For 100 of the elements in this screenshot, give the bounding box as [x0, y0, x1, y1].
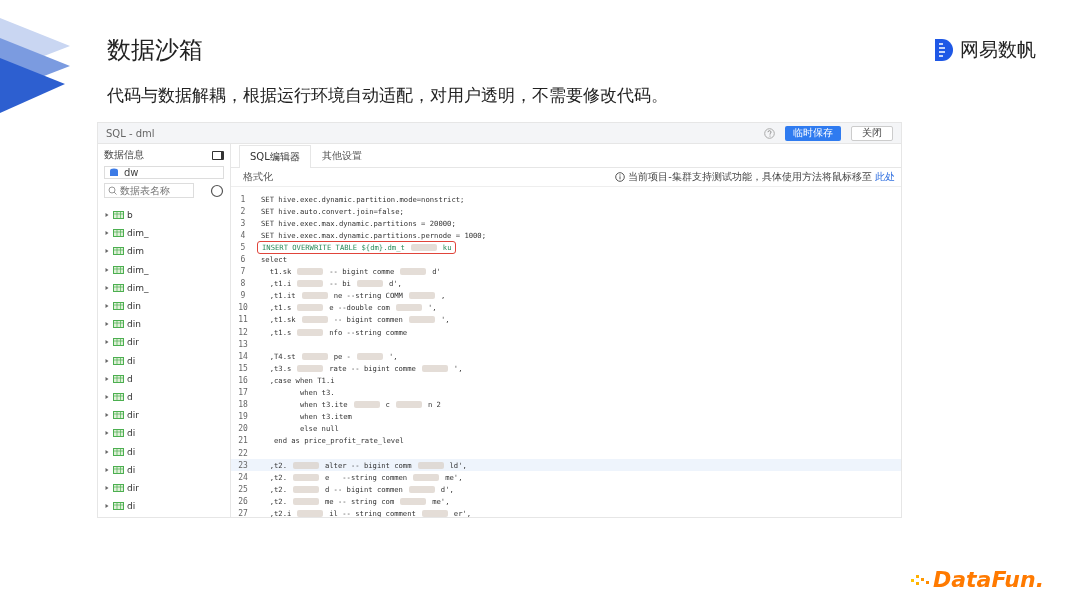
line-number: 22 — [237, 448, 249, 458]
redacted-mark — [301, 316, 328, 324]
expand-arrow-icon[interactable] — [104, 357, 110, 364]
line-number: 21 — [237, 436, 249, 446]
dots-logo-icon — [908, 572, 931, 587]
line-number: 15 — [237, 363, 249, 373]
slide-title: 数据沙箱 — [107, 35, 203, 66]
table-list-item[interactable]: d — [104, 369, 224, 388]
editor-tab[interactable]: 其他设置 — [310, 144, 373, 167]
table-list-item[interactable]: di — [104, 442, 224, 461]
redacted-mark — [421, 364, 448, 372]
table-list-item[interactable]: d — [104, 387, 224, 407]
search-field[interactable]: 数据表名称 — [104, 183, 194, 198]
expand-arrow-icon[interactable] — [104, 266, 110, 273]
search-icon — [108, 186, 117, 195]
line-number: 14 — [237, 351, 249, 361]
line-number: 26 — [237, 496, 249, 506]
line-number: 8 — [239, 279, 247, 289]
redacted-mark — [400, 268, 427, 276]
footer-logo: DataFun. — [932, 567, 1044, 592]
line-number: 17 — [237, 388, 249, 398]
table-list-item[interactable]: di — [104, 497, 224, 516]
table-list-item[interactable]: din — [104, 315, 224, 334]
notice-link[interactable]: 此处 — [875, 171, 895, 182]
expand-arrow-icon[interactable] — [104, 339, 110, 346]
redacted-mark — [297, 328, 324, 336]
sidebar-title: 数据信息 — [104, 148, 144, 162]
expand-arrow-icon[interactable] — [104, 230, 110, 237]
redacted-mark — [353, 401, 380, 409]
redacted-mark — [292, 497, 319, 505]
redacted-mark — [301, 352, 328, 360]
table-icon — [113, 356, 124, 365]
redacted-mark — [413, 473, 440, 481]
expand-arrow-icon[interactable] — [104, 303, 110, 310]
expand-arrow-icon[interactable] — [104, 412, 110, 419]
table-icon — [113, 247, 124, 256]
brand-name: 网易数帆 — [960, 37, 1036, 62]
table-list-item[interactable]: dir — [104, 333, 224, 352]
info-icon — [615, 172, 626, 182]
table-list-item[interactable]: dim_ — [104, 278, 224, 297]
slide-subtitle: 代码与数据解耦，根据运行环境自动适配，对用户透明，不需要修改代码。 — [106, 84, 669, 107]
table-list-item[interactable]: dim — [104, 242, 224, 261]
table-icon — [113, 465, 124, 474]
table-list-item[interactable]: dir — [104, 406, 224, 425]
expand-arrow-icon[interactable] — [104, 430, 110, 437]
redacted-mark — [395, 304, 422, 312]
table-list-item[interactable]: din — [104, 296, 224, 316]
redacted-mark — [356, 280, 383, 288]
expand-arrow-icon[interactable] — [104, 484, 110, 491]
expand-arrow-icon[interactable] — [104, 321, 110, 328]
line-number: 23 — [237, 460, 249, 470]
format-button[interactable]: 格式化 — [243, 170, 613, 184]
database-select[interactable]: dw — [104, 166, 224, 179]
line-number: 9 — [239, 291, 247, 301]
notice-text: 当前项目-集群支持测试功能，具体使用方法将鼠标移至 此处 — [628, 170, 895, 184]
triangle-decoration-icon — [0, 18, 70, 113]
table-icon — [113, 302, 124, 311]
expand-arrow-icon[interactable] — [104, 448, 110, 455]
table-icon — [113, 483, 124, 492]
table-list-item[interactable]: dim_ — [104, 260, 224, 279]
line-number: 4 — [239, 230, 247, 240]
table-icon — [113, 429, 124, 438]
table-list-item[interactable]: dir — [104, 478, 224, 497]
line-number: 24 — [237, 472, 249, 482]
line-number: 27 — [237, 509, 249, 517]
expand-arrow-icon[interactable] — [104, 284, 110, 291]
redacted-mark — [408, 292, 435, 300]
line-number: 3 — [239, 218, 247, 228]
save-button[interactable]: 临时保存 — [785, 125, 841, 141]
redacted-mark — [297, 268, 324, 276]
expand-arrow-icon[interactable] — [104, 375, 110, 382]
redacted-mark — [417, 461, 444, 469]
table-list-item[interactable]: di — [104, 460, 224, 479]
line-number: 16 — [237, 375, 249, 385]
expand-arrow-icon[interactable] — [104, 503, 110, 510]
expand-arrow-icon[interactable] — [104, 393, 110, 400]
redacted-mark — [297, 280, 324, 288]
line-number: 25 — [237, 484, 249, 494]
expand-arrow-icon[interactable] — [104, 212, 110, 219]
expand-arrow-icon[interactable] — [104, 248, 110, 255]
redacted-mark — [292, 461, 319, 469]
redacted-mark — [400, 497, 427, 505]
table-list-item[interactable]: di — [104, 424, 224, 443]
line-number: 13 — [237, 339, 249, 349]
expand-arrow-icon[interactable] — [104, 466, 110, 473]
table-icon — [113, 211, 124, 220]
brand-logo-icon — [933, 37, 955, 63]
line-number: 7 — [239, 267, 247, 277]
line-number: 18 — [237, 400, 249, 410]
table-list-item[interactable]: dim_ — [104, 224, 224, 243]
refresh-icon[interactable] — [210, 183, 224, 198]
redacted-mark — [395, 401, 422, 409]
redacted-mark — [292, 473, 319, 481]
close-button[interactable]: 关闭 — [851, 125, 893, 141]
table-list-item[interactable]: b — [104, 206, 224, 225]
table-list-item[interactable]: di — [104, 351, 224, 370]
editor-tab[interactable]: SQL编辑器 — [239, 145, 311, 168]
panel-toggle-icon[interactable] — [212, 150, 224, 160]
table-icon — [113, 392, 124, 401]
table-icon — [113, 320, 124, 329]
